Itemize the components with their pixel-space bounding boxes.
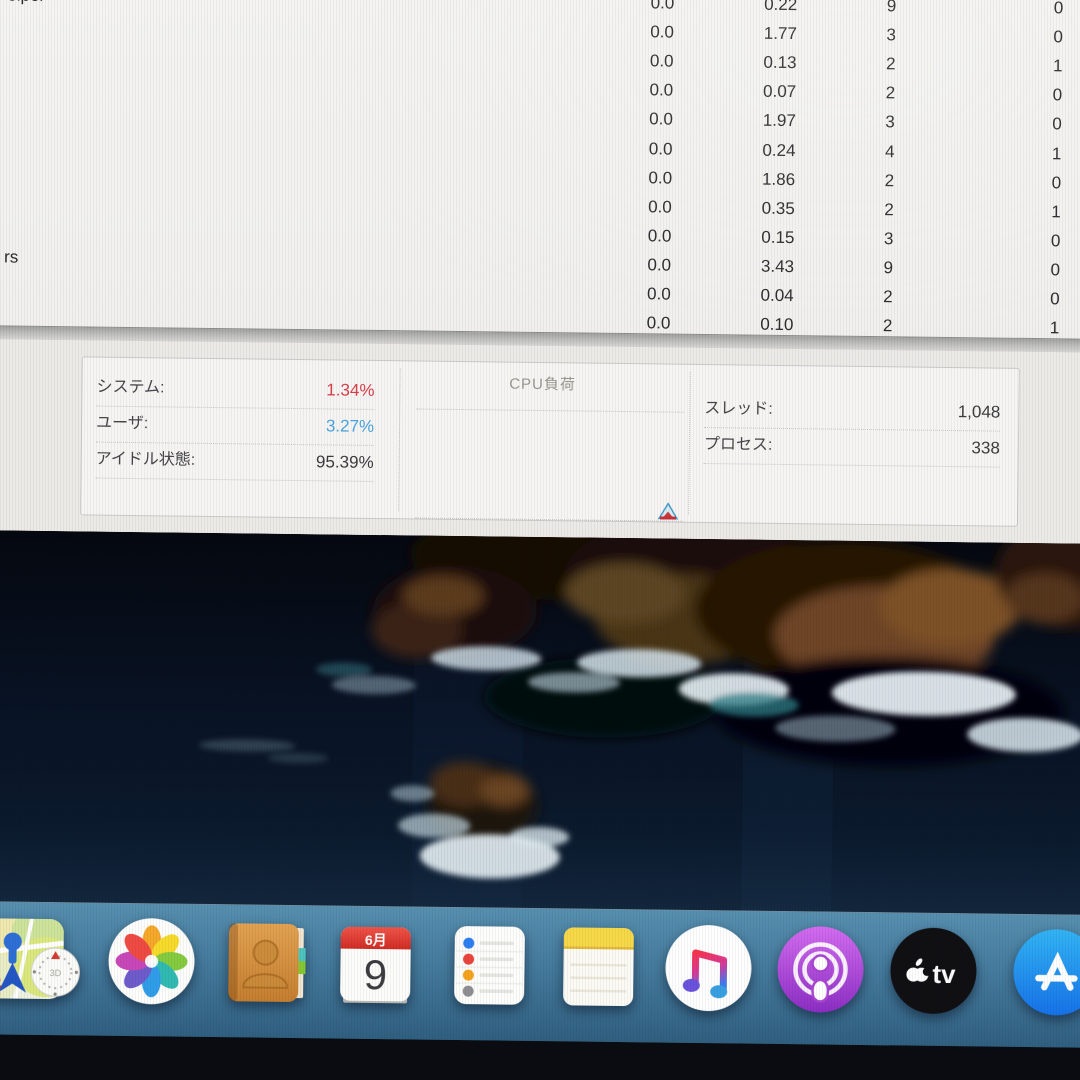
process-cell-value: 0.0 <box>576 165 672 190</box>
process-cell-value: 2 <box>799 51 895 76</box>
user-value: 3.27% <box>326 408 375 445</box>
process-cell-value: 0.0 <box>575 281 671 306</box>
processes-row: プロセス: 338 <box>704 427 1000 468</box>
process-cell-value: 0.0 <box>575 252 671 277</box>
dock-item-music[interactable] <box>665 925 752 1012</box>
process-cell-value: 1.86 <box>699 167 795 192</box>
processes-label: プロセス: <box>704 436 773 454</box>
process-cell-value: 0 <box>967 0 1063 20</box>
process-cell-value: 0 <box>964 228 1060 253</box>
dock-item-reminders[interactable] <box>446 922 533 1009</box>
dock: 3D <box>0 901 1080 1048</box>
process-cell-value: 0.24 <box>699 137 795 162</box>
cpu-load-title: CPU負荷 <box>413 371 673 395</box>
screen-photo: elper0.00.22900.01.77300.00.13210.00.072… <box>0 0 1080 1080</box>
dock-item-photos[interactable] <box>108 918 195 1005</box>
dock-item-podcasts[interactable] <box>777 926 864 1013</box>
pane-divider <box>688 372 691 515</box>
dock-item-contacts[interactable] <box>222 919 309 1006</box>
process-cell-value: 1 <box>965 141 1061 166</box>
process-cell-value: 0.13 <box>700 50 796 75</box>
process-cell-value: 2 <box>798 197 894 222</box>
dock-item-app-store[interactable] <box>1013 929 1080 1016</box>
process-name: elper <box>7 0 45 8</box>
activity-monitor-window: elper0.00.22900.01.77300.00.13210.00.072… <box>0 0 1080 544</box>
system-value: 1.34% <box>326 372 375 409</box>
process-cell-value: 0.35 <box>699 196 795 221</box>
compass-dial-icon: 3D <box>31 948 80 997</box>
threads-label: スレッド: <box>704 400 773 418</box>
calendar-month: 6月 <box>365 932 387 948</box>
desktop-wallpaper <box>0 530 1080 915</box>
process-cell-value: 0 <box>966 112 1062 137</box>
threads-row: スレッド: 1,048 <box>704 391 1000 432</box>
process-cell-value: 2 <box>798 168 894 193</box>
process-cell-value: 3 <box>799 110 895 135</box>
cpu-load-graph <box>415 408 684 521</box>
idle-cpu-row: アイドル状態: 95.39% <box>95 442 373 482</box>
system-cpu-row: システム: 1.34% <box>96 370 374 410</box>
process-cell-value: 0.0 <box>578 0 674 16</box>
process-name: rs <box>4 245 18 269</box>
process-cell-value: 0.15 <box>698 225 794 250</box>
dock-item-calendar[interactable]: 6月 9 <box>332 921 419 1008</box>
process-cell-value: 3 <box>797 226 893 251</box>
user-cpu-row: ユーザ: 3.27% <box>96 406 374 446</box>
idle-label: アイドル状態: <box>96 451 196 469</box>
user-label: ユーザ: <box>96 415 148 433</box>
process-cell-value: 0.0 <box>576 136 672 161</box>
cpu-load-spike-icon <box>657 502 679 519</box>
cpu-pane: システム: 1.34% ユーザ: 3.27% アイドル状態: 95.39% CP… <box>80 356 1020 526</box>
process-cell-value: 3 <box>800 22 896 47</box>
process-cell-value: 1 <box>966 53 1062 78</box>
process-cell-value: 0.0 <box>577 78 673 103</box>
threads-value: 1,048 <box>958 394 1001 431</box>
process-cell-value: 2 <box>799 80 895 105</box>
process-cell-value: 0 <box>965 170 1061 195</box>
process-cell-value: 0 <box>964 257 1060 282</box>
screen: elper0.00.22900.01.77300.00.13210.00.072… <box>0 0 1080 1051</box>
process-cell-value: 3.43 <box>698 254 794 279</box>
process-cell-value: 0.0 <box>577 49 673 74</box>
pane-divider <box>398 368 401 511</box>
dial-label: 3D <box>50 968 62 978</box>
process-cell-value: 1.77 <box>701 21 797 46</box>
process-cell-value: 1.97 <box>700 108 796 133</box>
dock-item-notes[interactable] <box>555 923 642 1010</box>
process-cell-value: 4 <box>798 139 894 164</box>
process-cell-value: 0 <box>964 286 1060 311</box>
process-cell-value: 0.0 <box>577 107 673 132</box>
process-cell-value: 0 <box>966 82 1062 107</box>
process-cell-value: 0.0 <box>576 194 672 219</box>
tv-label: tv <box>932 959 956 989</box>
process-cell-value: 0.0 <box>575 223 671 248</box>
process-cell-value: 0 <box>967 24 1063 49</box>
process-cell-value: 9 <box>797 255 893 280</box>
system-label: システム: <box>96 379 164 397</box>
processes-value: 338 <box>971 430 1000 466</box>
process-cell-value: 1 <box>965 199 1061 224</box>
island-wallpaper-art <box>0 530 1080 915</box>
process-cell-value: 0.04 <box>698 283 794 308</box>
process-cell-value: 0.0 <box>578 20 674 45</box>
calendar-day: 9 <box>363 951 387 998</box>
idle-value: 95.39% <box>316 444 374 481</box>
process-cell-value: 0.07 <box>700 79 796 104</box>
process-cell-value: 2 <box>797 284 893 309</box>
dock-item-apple-tv[interactable]: tv <box>890 927 977 1014</box>
process-cell-value: 9 <box>800 0 896 18</box>
dock-item-maps[interactable]: 3D <box>0 916 82 1003</box>
process-cell-value: 0.22 <box>701 0 797 17</box>
